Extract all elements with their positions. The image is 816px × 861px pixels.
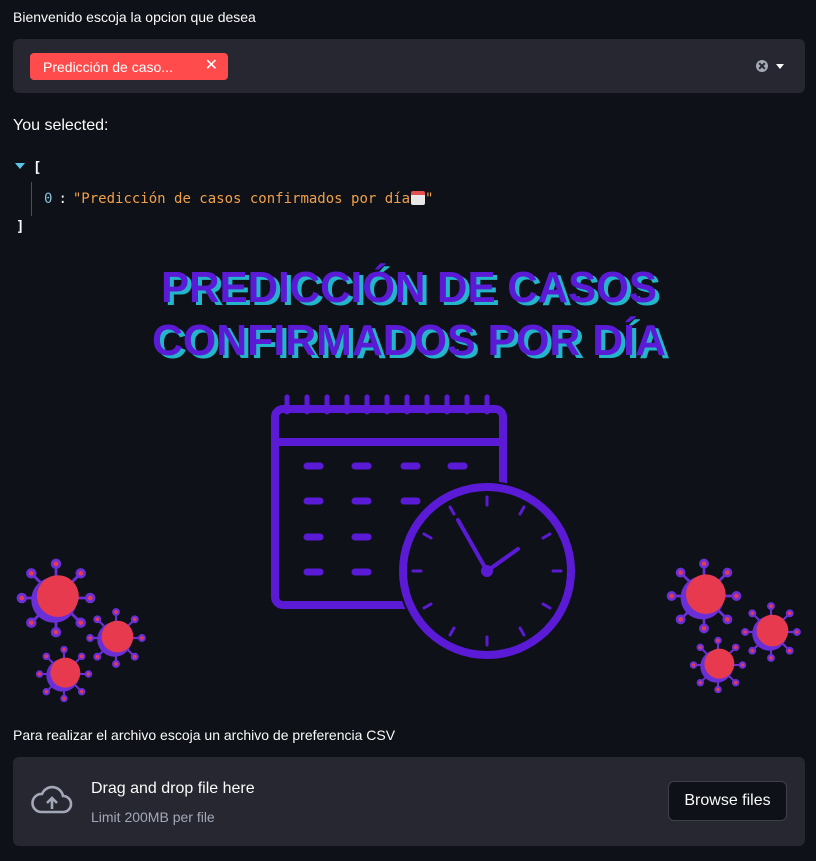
upload-label: Para realizar el archivo escoja un archi… xyxy=(13,727,396,743)
banner-image: PREDICCIÓN DE CASOS PREDICCIÓN DE CASOS … xyxy=(16,262,801,703)
calendar-emoji-icon xyxy=(411,191,426,205)
collapse-toggle-icon[interactable] xyxy=(15,163,25,169)
dropzone-title: Drag and drop file here xyxy=(91,780,255,797)
chevron-down-icon[interactable] xyxy=(776,64,784,69)
virus-illustration-left xyxy=(16,558,146,703)
select-label: Bienvenido escoja la opcion que desea xyxy=(13,9,256,25)
json-open-bracket: [ xyxy=(33,160,42,176)
browse-files-button[interactable]: Browse files xyxy=(668,781,787,821)
json-indent-guide xyxy=(31,182,32,216)
selected-option-tag: Predicción de caso... ✕ xyxy=(30,53,228,80)
json-item-value: "Predicción de casos confirmados por día… xyxy=(72,191,434,207)
remove-tag-icon[interactable]: ✕ xyxy=(205,56,218,76)
selected-option-label: Predicción de caso... xyxy=(43,58,173,75)
json-close-bracket: ] xyxy=(16,219,25,235)
cloud-upload-icon xyxy=(31,785,73,814)
clock-icon xyxy=(397,481,577,661)
file-dropzone[interactable]: Drag and drop file here Limit 200MB per … xyxy=(13,757,805,846)
json-viewer: [ 0: "Predicción de casos confirmados por… xyxy=(13,160,513,240)
virus-illustration-right xyxy=(666,558,801,694)
clear-icon[interactable] xyxy=(756,60,768,72)
json-item-index: 0 xyxy=(44,191,53,207)
dropzone-limit: Limit 200MB per file xyxy=(91,809,215,825)
banner-title-line-1: PREDICCIÓN DE CASOS xyxy=(161,262,657,312)
json-item: 0: "Predicción de casos confirmados por d… xyxy=(44,191,434,207)
option-multiselect[interactable]: Predicción de caso... ✕ xyxy=(13,39,805,93)
banner-title-line-2: CONFIRMADOS POR DÍA xyxy=(152,315,666,365)
selected-heading: You selected: xyxy=(13,117,109,134)
